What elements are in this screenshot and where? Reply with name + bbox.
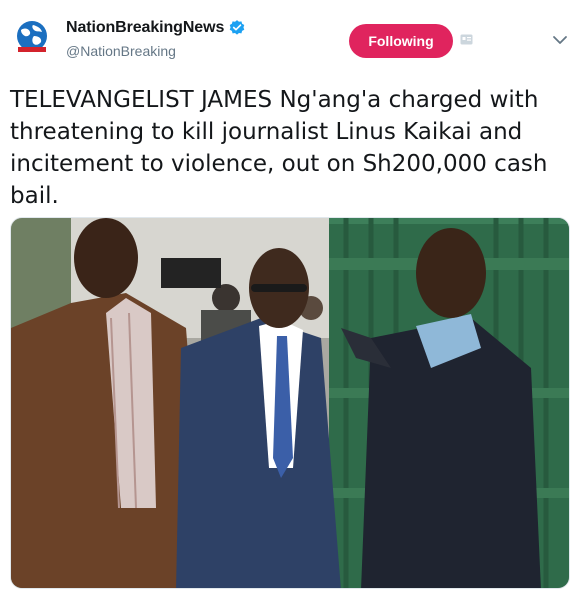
following-button[interactable]: Following [349,24,453,58]
tweet-photo[interactable] [10,217,570,589]
verified-badge-icon [229,20,245,35]
avatar[interactable] [12,18,52,58]
account-handle[interactable]: @NationBreaking [66,43,176,59]
globe-logo [17,21,47,52]
display-name[interactable]: NationBreakingNews [66,19,224,37]
photo-image [11,218,569,588]
tweet-header: NationBreakingNews @NationBreaking Follo… [0,0,576,80]
tweet-text: TELEVANGELIST JAMES Ng'ang'a charged wit… [10,87,548,209]
name-row: NationBreakingNews [66,19,246,37]
card-app-icon [460,34,473,45]
chevron-down-icon[interactable] [552,34,568,46]
